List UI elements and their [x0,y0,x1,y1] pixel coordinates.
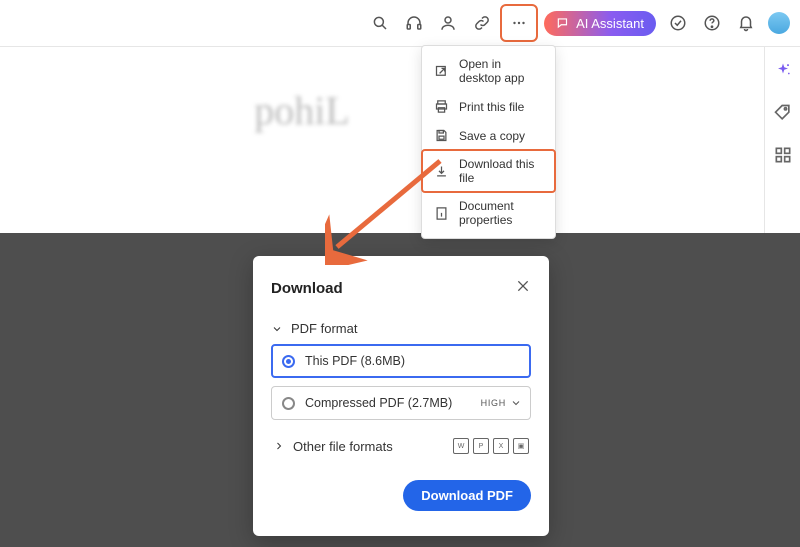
print-icon [434,99,449,114]
radio-icon [282,355,295,368]
chevron-down-icon [271,323,283,335]
option-this-pdf[interactable]: This PDF (8.6MB) [271,344,531,378]
more-options-button[interactable] [503,7,535,39]
download-dialog: Download PDF format This PDF (8.6MB) Com… [253,256,549,536]
bell-icon[interactable] [730,7,762,39]
annotation-arrow [325,155,455,265]
quality-label: HIGH [481,398,506,408]
word-icon: W [453,438,469,454]
menu-print[interactable]: Print this file [422,92,555,121]
section-other-formats[interactable]: Other file formats W P X ▣ [271,430,531,462]
format-icons: W P X ▣ [453,438,529,454]
right-rail [764,47,800,233]
option-label: Compressed PDF (2.7MB) [305,396,452,410]
menu-item-label: Document properties [459,199,543,227]
avatar[interactable] [768,12,790,34]
signature-scribble: pohiL [254,87,350,134]
headphones-icon[interactable] [398,7,430,39]
more-button-highlight [500,4,538,42]
close-icon [515,278,531,294]
image-icon: ▣ [513,438,529,454]
option-label: This PDF (8.6MB) [305,354,405,368]
menu-item-label: Save a copy [459,129,525,143]
option-compressed-pdf[interactable]: Compressed PDF (2.7MB) HIGH [271,386,531,420]
user-icon[interactable] [432,7,464,39]
menu-save-copy[interactable]: Save a copy [422,121,555,150]
ai-assistant-button[interactable]: AI Assistant [544,11,656,36]
close-button[interactable] [515,278,531,299]
check-circle-icon[interactable] [662,7,694,39]
open-external-icon [434,64,449,79]
powerpoint-icon: P [473,438,489,454]
top-toolbar: AI Assistant [0,0,800,47]
radio-icon [282,397,295,410]
quality-selector[interactable]: HIGH [481,397,522,409]
chevron-down-icon [510,397,522,409]
menu-open-desktop[interactable]: Open in desktop app [422,50,555,92]
excel-icon: X [493,438,509,454]
menu-item-label: Open in desktop app [459,57,543,85]
chevron-right-icon [273,440,285,452]
chat-sparkle-icon [556,16,570,30]
section-label: Other file formats [293,439,393,454]
download-pdf-button[interactable]: Download PDF [403,480,531,511]
ai-assistant-label: AI Assistant [576,16,644,31]
link-icon[interactable] [466,7,498,39]
tag-icon[interactable] [773,103,793,123]
section-label: PDF format [291,321,357,336]
dialog-title: Download [271,280,343,297]
sparkle-icon[interactable] [773,61,793,81]
search-icon[interactable] [364,7,396,39]
section-pdf-format[interactable]: PDF format [271,321,531,336]
help-icon[interactable] [696,7,728,39]
menu-item-label: Download this file [459,157,543,185]
menu-item-label: Print this file [459,100,524,114]
save-icon [434,128,449,143]
grid-icon[interactable] [773,145,793,165]
